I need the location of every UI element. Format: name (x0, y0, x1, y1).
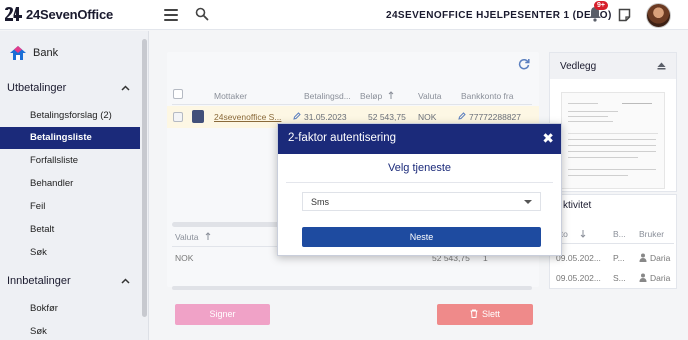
bank-house-icon (10, 46, 26, 60)
edit-icon[interactable] (293, 112, 301, 120)
sidebar-section-label: Utbetalinger (7, 82, 67, 94)
summary-horizontal-scrollbar[interactable] (172, 286, 532, 290)
summary-column-valuta[interactable]: Valuta (175, 232, 198, 242)
attachments-title: Vedlegg (560, 61, 597, 72)
user-icon (639, 273, 647, 282)
sidebar-module-bank[interactable]: Bank (9, 45, 58, 61)
attachments-panel: Vedlegg (549, 52, 677, 192)
eject-icon[interactable] (657, 62, 666, 70)
sidebar: Bank Utbetalinger Betalingsforslag (2) B… (0, 31, 149, 340)
user-icon (639, 253, 647, 262)
column-header-bankkonto[interactable]: Bankkonto fra (461, 91, 513, 101)
signer-button[interactable]: Signer (175, 304, 270, 325)
modal-subtitle: Velg tjeneste (388, 162, 451, 174)
activity-title: ktivitet (563, 200, 592, 211)
chevron-up-icon (121, 278, 130, 284)
cell-belop: 52 543,75 (368, 112, 406, 122)
activity-column-b[interactable]: B... (613, 229, 626, 239)
cell-mottaker-link[interactable]: 24sevenoffice S... (214, 112, 281, 122)
header-divider (172, 104, 532, 105)
sidebar-item-sok[interactable]: Søk (0, 242, 140, 264)
select-all-checkbox[interactable] (173, 89, 183, 99)
cell-bankkonto: 77772288827 (469, 112, 522, 122)
sidebar-scrollbar[interactable] (142, 39, 147, 317)
sidebar-section-utbetalinger[interactable]: Utbetalinger (0, 77, 140, 99)
activity-cell-b: S... (613, 273, 626, 283)
sidebar-item-behandler[interactable]: Behandler (0, 173, 140, 195)
row-checkbox[interactable] (173, 112, 183, 122)
attachments-header: Vedlegg (550, 53, 676, 79)
modal-header: 2-faktor autentisering ✖ (278, 124, 561, 154)
activity-column-bruker[interactable]: Bruker (639, 229, 664, 239)
notification-badge: 9+ (594, 1, 608, 10)
column-header-mottaker[interactable]: Mottaker (214, 91, 247, 101)
chevron-up-icon (121, 85, 130, 91)
service-select[interactable]: Sms (302, 192, 541, 211)
sidebar-item-betalt[interactable]: Betalt (0, 219, 140, 241)
cell-valuta: NOK (418, 112, 437, 122)
attachment-thumbnail[interactable] (561, 92, 665, 189)
logo-icon (5, 7, 22, 21)
trash-icon (470, 309, 478, 318)
refresh-icon[interactable] (518, 58, 530, 70)
activity-cell-bruker: Daria (650, 253, 671, 263)
activity-cell-bruker: Daria (650, 273, 671, 283)
column-header-belop[interactable]: Beløp (360, 91, 382, 101)
search-icon[interactable] (195, 7, 209, 21)
next-button[interactable]: Neste (302, 227, 541, 247)
sidebar-section-label: Innbetalinger (7, 275, 71, 287)
two-factor-modal: 2-faktor autentisering ✖ Velg tjeneste S… (277, 123, 562, 256)
sidebar-section-innbetalinger[interactable]: Innbetalinger (0, 270, 140, 292)
sidebar-module-label: Bank (33, 47, 59, 59)
caret-down-icon (524, 200, 532, 204)
activity-cell-b: P... (613, 253, 625, 263)
sort-arrow-icon (388, 91, 394, 99)
top-bar: 24SevenOffice 24SEVENOFFICE HJELPESENTER… (0, 0, 688, 30)
delete-button[interactable]: Slett (437, 304, 533, 325)
company-name[interactable]: 24SEVENOFFICE HJELPESENTER 1 (DEMO) (386, 10, 612, 21)
sidebar-item-bokfor[interactable]: Bokfør (0, 298, 140, 320)
sidebar-item-betalingsliste[interactable]: Betalingsliste (0, 127, 140, 149)
service-select-value: Sms (311, 197, 329, 207)
edit-icon[interactable] (458, 112, 466, 120)
sidebar-item-forfallsliste[interactable]: Forfallsliste (0, 150, 140, 172)
cell-dato: 31.05.2023 (304, 112, 347, 122)
modal-title: 2-faktor autentisering (288, 132, 397, 144)
sort-arrow-icon (580, 230, 586, 238)
sidebar-item-betalingsforslag[interactable]: Betalingsforslag (2) (0, 105, 140, 127)
user-avatar[interactable] (646, 3, 671, 28)
column-header-valuta[interactable]: Valuta (418, 91, 441, 101)
modal-divider (286, 182, 553, 183)
document-icon[interactable] (192, 110, 204, 123)
close-icon[interactable]: ✖ (542, 130, 554, 146)
activity-header-divider (552, 243, 674, 244)
logo-text: 24SevenOffice (26, 6, 114, 22)
menu-icon[interactable] (164, 9, 178, 21)
summary-cell-valuta: NOK (175, 253, 194, 263)
activity-cell-dato: 09.05.202... (556, 273, 601, 283)
column-header-betalingsdato[interactable]: Betalingsd... (304, 91, 351, 101)
activity-cell-dato: 09.05.202... (556, 253, 601, 263)
logo[interactable]: 24SevenOffice (4, 6, 113, 22)
sidebar-item-innbetalinger-sok[interactable]: Søk (0, 321, 140, 340)
sidebar-item-feil[interactable]: Feil (0, 196, 140, 218)
sort-arrow-icon (205, 232, 211, 240)
note-icon[interactable] (618, 8, 631, 22)
delete-button-label: Slett (481, 309, 500, 319)
